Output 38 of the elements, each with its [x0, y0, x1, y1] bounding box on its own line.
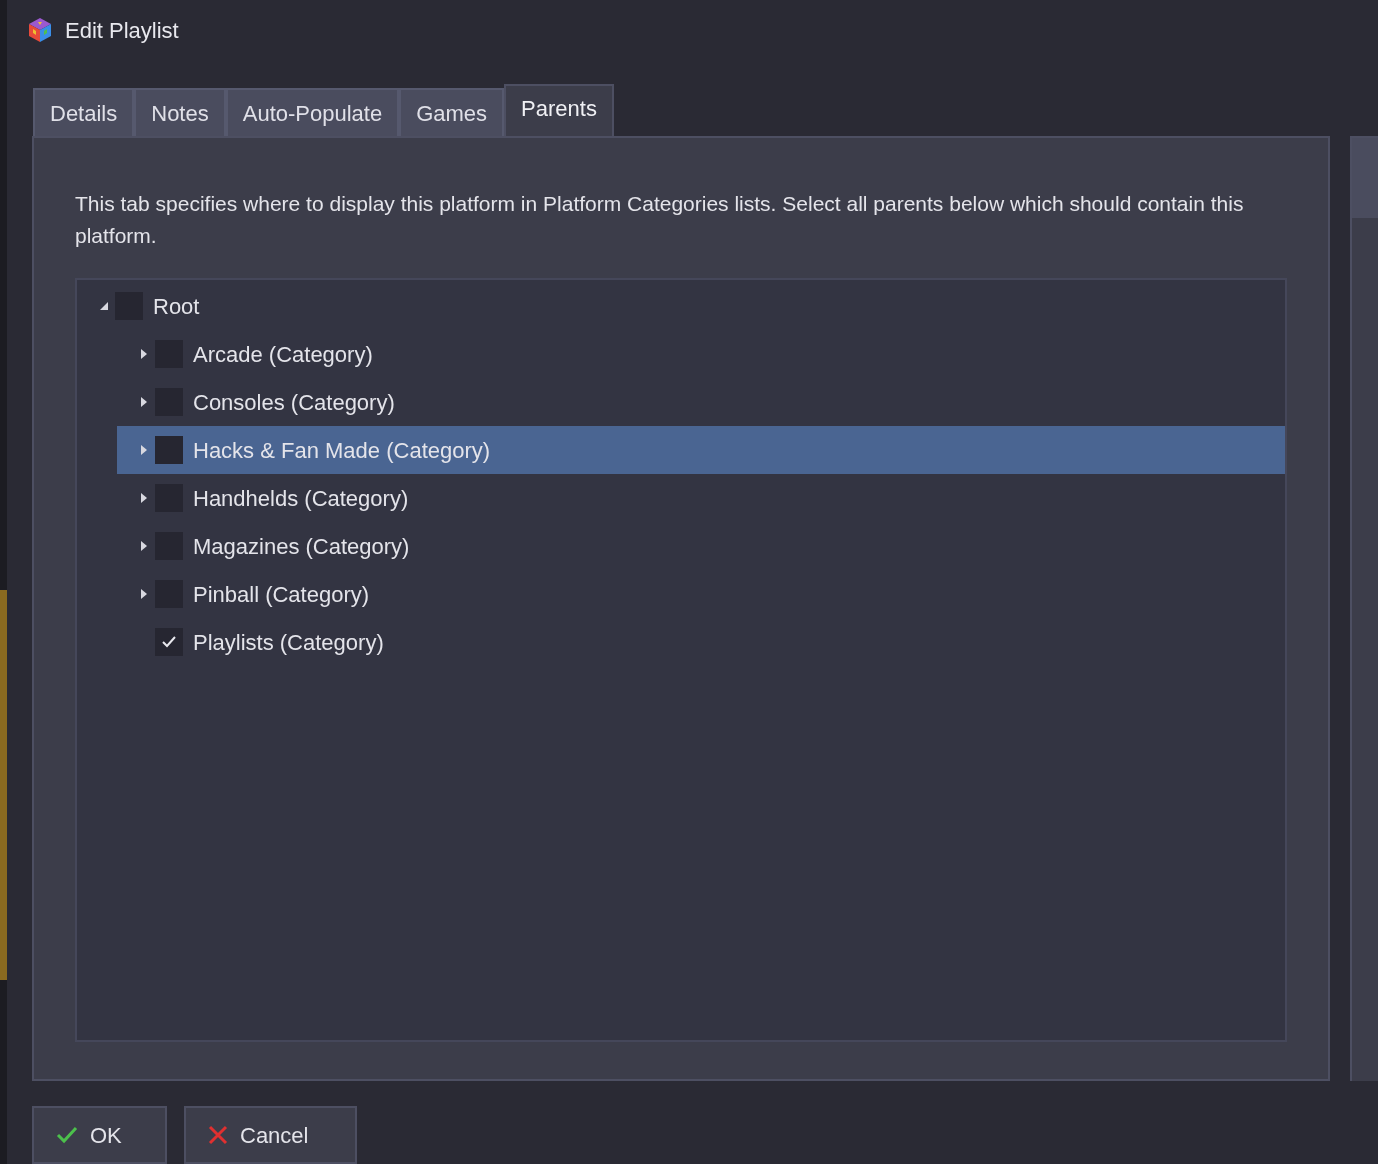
cancel-button[interactable]: Cancel	[184, 1106, 357, 1164]
checkmark-icon	[161, 635, 177, 649]
tab[interactable]: Notes	[134, 88, 226, 136]
tree-item-label: Pinball (Category)	[193, 580, 370, 609]
tree-item[interactable]: Magazines (Category)	[117, 522, 1285, 570]
expand-arrow-icon[interactable]	[141, 445, 147, 455]
tree-item[interactable]: Handhelds (Category)	[117, 474, 1285, 522]
tree-item-label: Arcade (Category)	[193, 340, 373, 369]
tree-item[interactable]: Playlists (Category)	[117, 618, 1285, 666]
cube-logo-icon	[27, 17, 53, 43]
tree-item[interactable]: Pinball (Category)	[117, 570, 1285, 618]
checkmark-icon	[56, 1126, 78, 1144]
expand-arrow-icon[interactable]	[141, 589, 147, 599]
tree-item-label: Magazines (Category)	[193, 532, 410, 561]
tree-item-label: Handhelds (Category)	[193, 484, 409, 513]
tab[interactable]: Auto-Populate	[225, 88, 400, 136]
tab[interactable]: Games	[399, 88, 505, 136]
checkbox[interactable]	[155, 436, 183, 464]
tree-item-label: Hacks & Fan Made (Category)	[193, 436, 491, 465]
close-icon	[208, 1125, 228, 1145]
tree-item[interactable]: Consoles (Category)	[117, 378, 1285, 426]
description-text: This tab specifies where to display this platform in Platform Categories lists. Select all parents below which should contain this platform.	[75, 191, 1245, 249]
expand-arrow-icon[interactable]	[141, 493, 147, 503]
tree-item-label: Root	[153, 292, 200, 321]
tab[interactable]: Parents	[504, 84, 614, 136]
expand-arrow-icon[interactable]	[141, 349, 147, 359]
collapse-arrow-icon[interactable]	[100, 302, 108, 310]
tree-item[interactable]: Arcade (Category)	[117, 330, 1285, 378]
tree-item[interactable]: Hacks & Fan Made (Category)	[117, 426, 1285, 474]
tab[interactable]: Details	[33, 88, 135, 136]
checkbox[interactable]	[155, 628, 183, 656]
expand-arrow-icon[interactable]	[141, 541, 147, 551]
tree-item[interactable]: Root	[77, 282, 1285, 330]
tree-item-label: Consoles (Category)	[193, 388, 395, 417]
ok-button[interactable]: OK	[32, 1106, 167, 1164]
expand-arrow-icon[interactable]	[141, 397, 147, 407]
window-title: Edit Playlist	[65, 16, 179, 45]
tree-item-label: Playlists (Category)	[193, 628, 384, 657]
